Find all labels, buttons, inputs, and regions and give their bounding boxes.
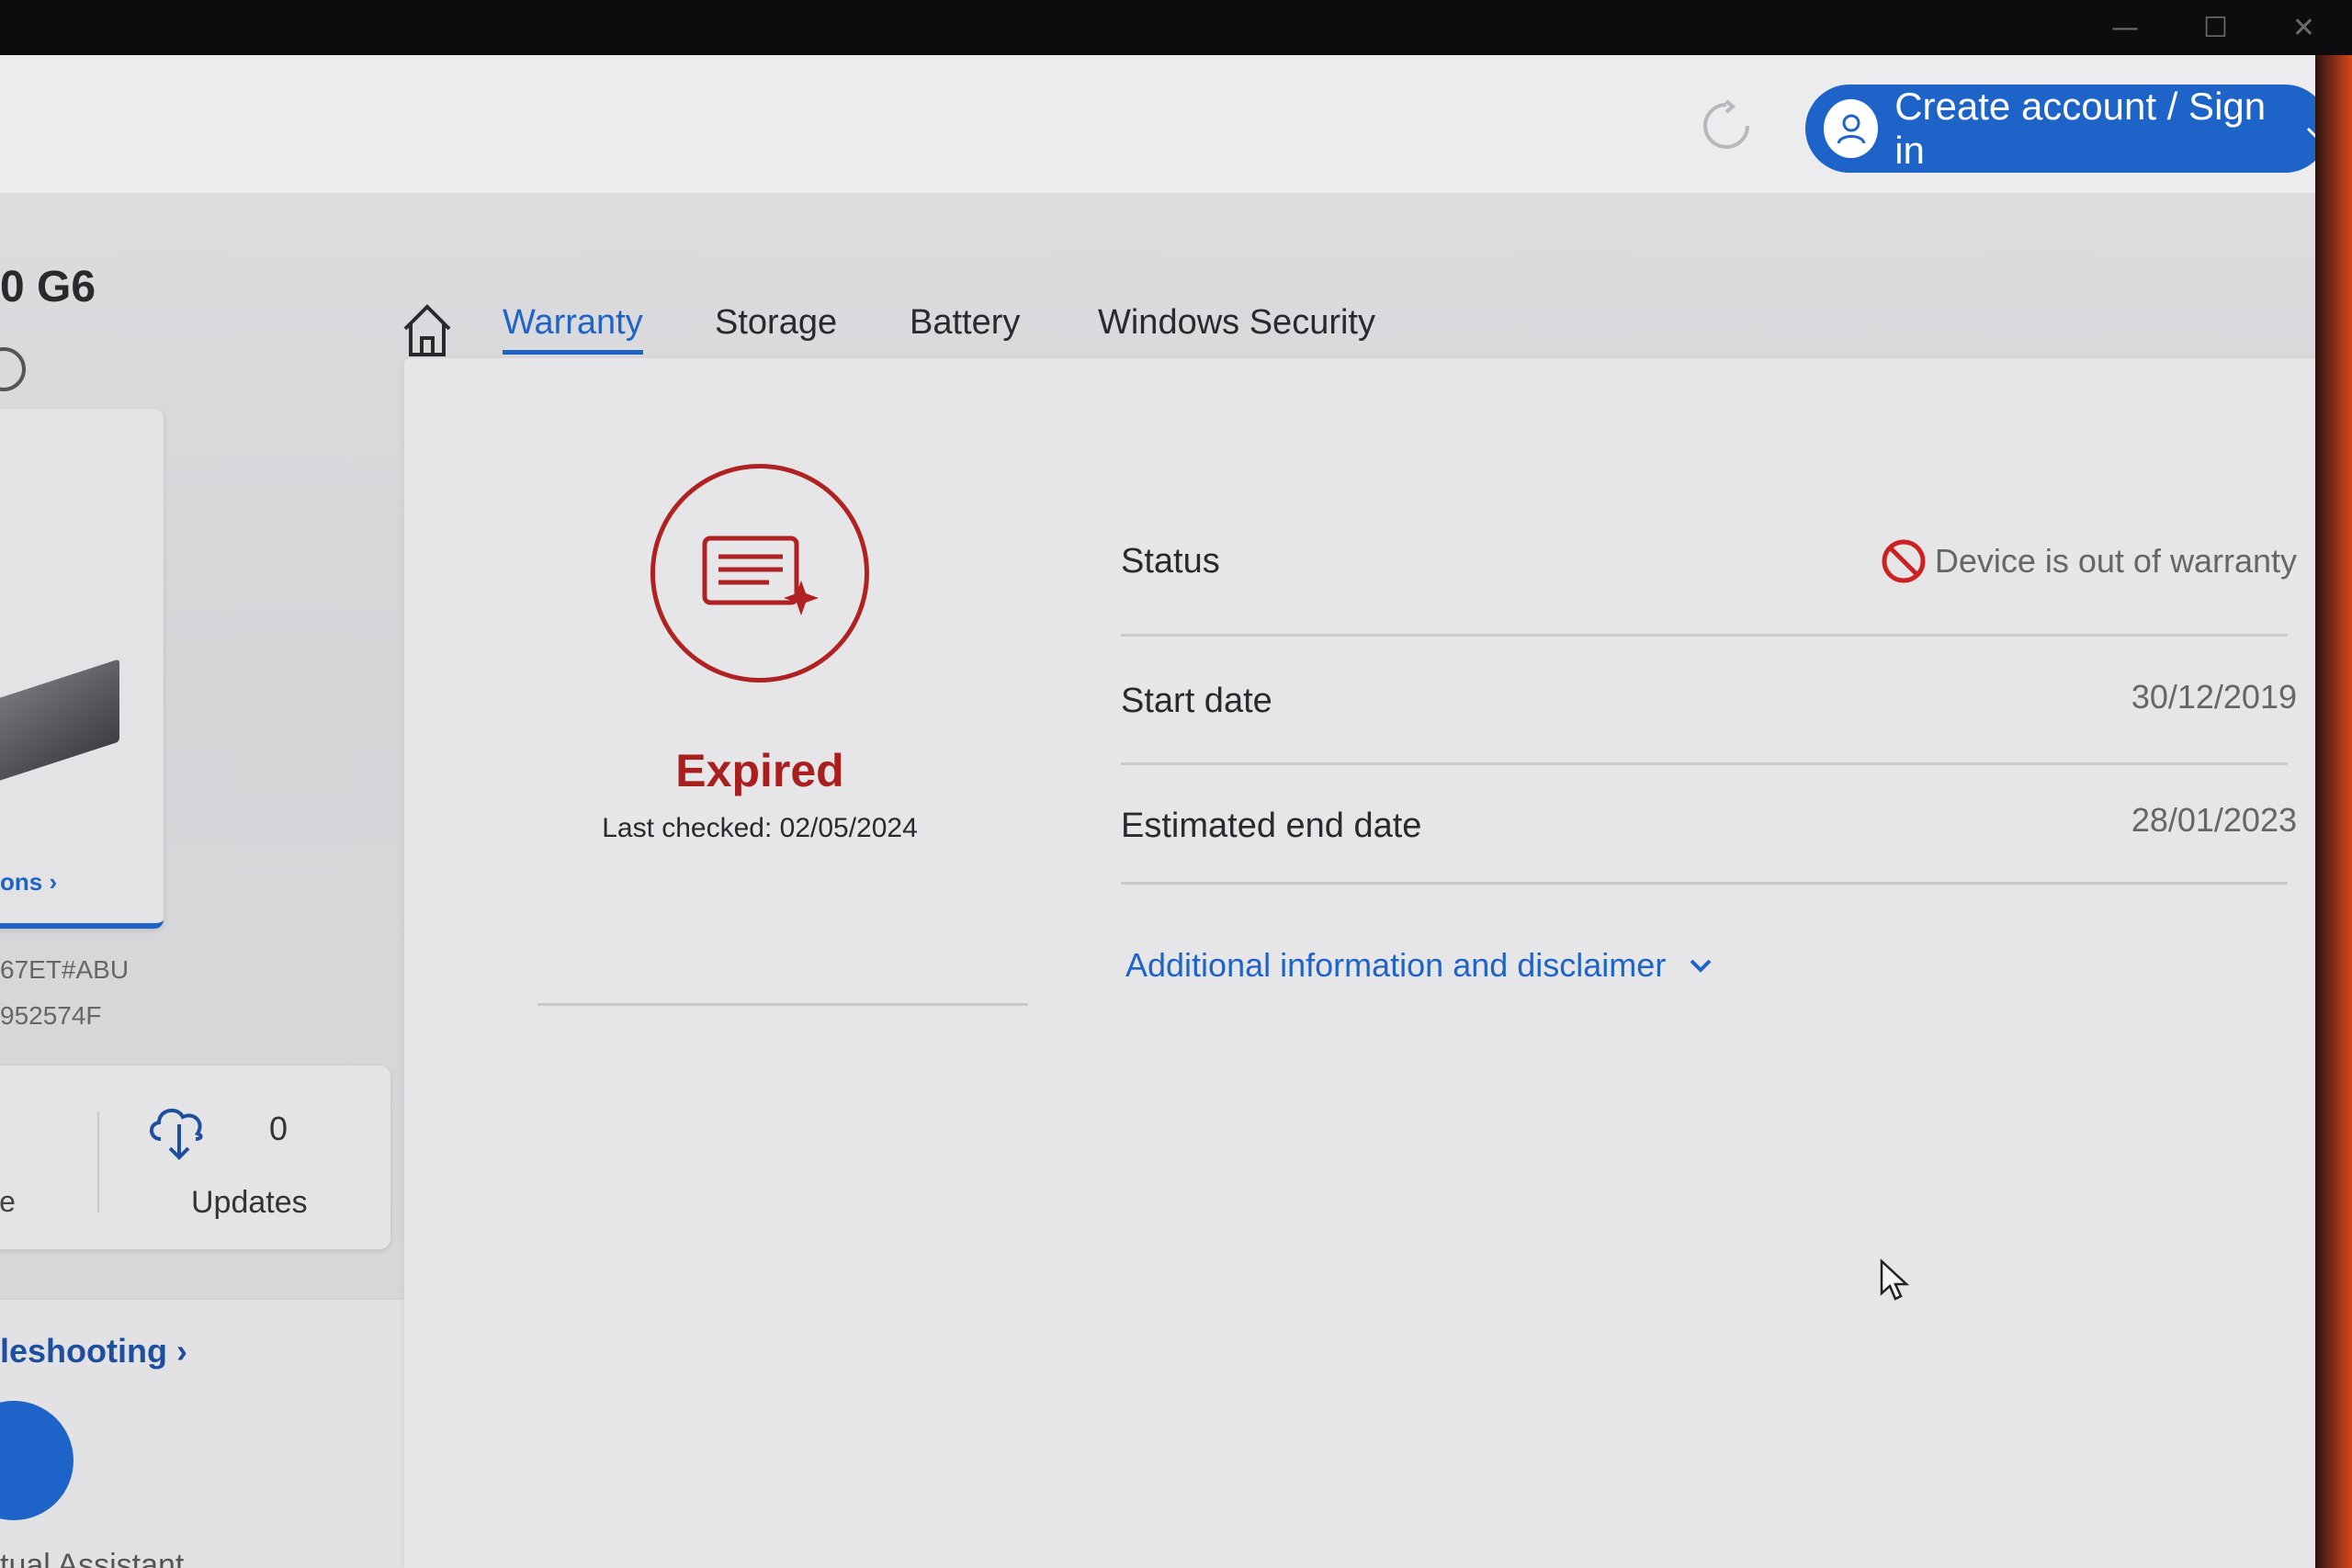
virtual-assistant-icon[interactable] [0, 1401, 74, 1520]
chevron-down-icon [1690, 959, 1712, 973]
cloud-download-icon[interactable] [142, 1093, 216, 1167]
stats-divider [97, 1111, 99, 1213]
product-number: 67ET#ABU [0, 955, 130, 984]
warranty-state: Expired [675, 745, 844, 796]
end-date-value: 28/01/2023 [2131, 801, 2297, 839]
status-label: Status [1121, 542, 1220, 581]
close-button[interactable]: ✕ [2292, 12, 2315, 44]
warranty-panel: Expired Last checked: 02/05/2024 Status … [404, 358, 2324, 1568]
minimize-button[interactable]: — [2111, 12, 2139, 44]
edit-icon[interactable] [0, 347, 26, 391]
sign-in-label: Create account / Sign in [1894, 85, 2267, 172]
window-controls: — ☐ ✕ [2111, 0, 2315, 55]
row-divider [1121, 762, 2288, 765]
additional-info-label: Additional information and disclaimer [1125, 946, 1667, 984]
updates-label[interactable]: Updates [191, 1185, 308, 1221]
additional-info-link[interactable]: Additional information and disclaimer [1125, 946, 1713, 985]
maximize-button[interactable]: ☐ [2203, 12, 2228, 44]
screen-bezel [2315, 55, 2352, 1568]
device-stats-card: vice 0 Updates [0, 1066, 390, 1249]
troubleshooting-card: leshooting › tual Assistant [0, 1300, 427, 1568]
virtual-assistant-label[interactable]: tual Assistant [0, 1548, 184, 1568]
troubleshooting-link[interactable]: leshooting › [0, 1332, 187, 1371]
user-icon [1824, 99, 1879, 158]
updates-count: 0 [269, 1110, 288, 1147]
specifications-link[interactable]: ons › [0, 868, 57, 897]
app-window: Create account / Sign in 0 G6 ons › 67ET… [0, 55, 2324, 1568]
tab-storage[interactable]: Storage [715, 303, 837, 343]
device-card[interactable] [0, 409, 164, 929]
start-date-label: Start date [1121, 682, 1272, 720]
divider [537, 1003, 1028, 1006]
serial-number: 952574F [0, 1001, 102, 1030]
row-divider [1121, 882, 2288, 885]
tab-battery[interactable]: Battery [910, 303, 1020, 343]
top-bar: Create account / Sign in [0, 55, 2324, 193]
sign-in-button[interactable]: Create account / Sign in [1805, 85, 2324, 173]
cursor-icon [1880, 1258, 1910, 1301]
start-date-value: 30/12/2019 [2131, 678, 2297, 716]
tab-windows-security[interactable]: Windows Security [1098, 303, 1375, 343]
laptop-image [0, 659, 119, 793]
home-icon[interactable] [400, 301, 455, 360]
status-value: Device is out of warranty [1880, 537, 2297, 585]
refresh-icon[interactable] [1700, 99, 1753, 152]
last-checked: Last checked: 02/05/2024 [602, 813, 918, 843]
tab-warranty[interactable]: Warranty [503, 303, 643, 355]
warranty-certificate-icon [650, 464, 869, 682]
service-label[interactable]: vice [0, 1185, 16, 1219]
device-model: 0 G6 [0, 263, 96, 311]
no-entry-icon [1882, 539, 1926, 583]
status-text: Device is out of warranty [1934, 542, 2297, 580]
end-date-label: Estimated end date [1121, 807, 1422, 845]
row-divider [1121, 634, 2288, 637]
